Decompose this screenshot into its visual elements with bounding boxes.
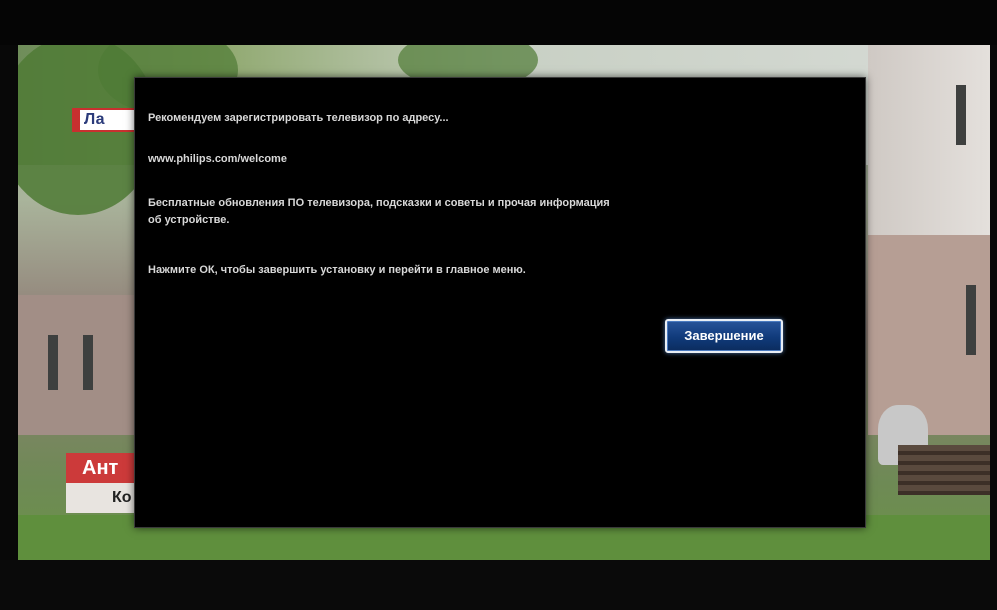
background-bench — [898, 445, 990, 495]
benefits-text-line2: об устройстве. — [148, 214, 230, 226]
background-window — [966, 285, 976, 355]
channel-logo-text: Ла — [80, 110, 140, 130]
channel-logo: Ла — [72, 108, 142, 132]
tv-bezel-bottom — [0, 560, 997, 610]
background-wall — [18, 295, 138, 435]
setup-complete-dialog: Рекомендуем зарегистрировать телевизор п… — [134, 77, 866, 528]
press-ok-instruction: Нажмите ОК, чтобы завершить установку и … — [148, 264, 526, 276]
background-window — [83, 335, 93, 390]
register-recommendation-text: Рекомендуем зарегистрировать телевизор п… — [148, 112, 449, 124]
registration-url: www.philips.com/welcome — [148, 153, 287, 165]
tv-bezel-right — [990, 45, 997, 560]
tv-bezel-top — [0, 0, 997, 45]
background-window — [956, 85, 966, 145]
background-window — [48, 335, 58, 390]
benefits-text-line1: Бесплатные обновления ПО телевизора, под… — [148, 197, 610, 209]
finish-button[interactable]: Завершение — [665, 319, 783, 353]
tv-bezel-left — [0, 45, 18, 560]
